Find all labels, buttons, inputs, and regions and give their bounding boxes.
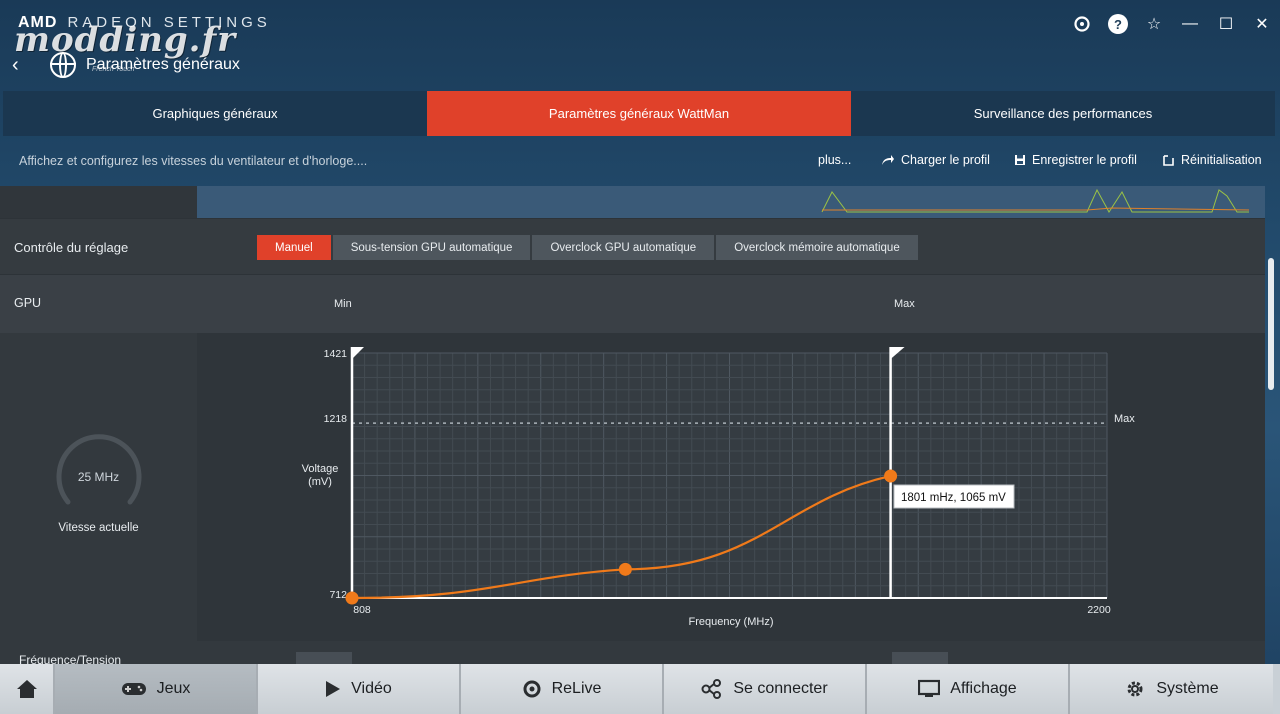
globe-icon (50, 52, 76, 78)
reset-button[interactable]: Réinitialisation (1162, 153, 1262, 167)
nav-display-label: Affichage (950, 680, 1017, 697)
content-panel: Contrôle du réglage Manuel Sous-tension … (0, 186, 1265, 664)
tooltip-text: 1801 mHz, 1065 mV (901, 492, 1006, 504)
y-axis-label-1: Voltage (302, 463, 339, 475)
freq-voltage-row: Fréquence/Tension (0, 641, 1265, 664)
more-link[interactable]: plus... (818, 153, 851, 167)
tab-bar: Graphiques généraux Paramètres généraux … (3, 91, 1275, 136)
y-tick-top: 1421 (324, 348, 348, 360)
maximize-button[interactable]: ☐ (1208, 12, 1244, 36)
page-description: Affichez et configurez les vitesses du v… (19, 154, 368, 168)
nav-connect[interactable]: Se connecter (664, 664, 867, 714)
nav-jeux-label: Jeux (156, 680, 191, 697)
y-tick-bottom: 712 (329, 589, 347, 601)
mode-manual-button[interactable]: Manuel (257, 235, 331, 260)
x-tick-min: 808 (353, 604, 371, 616)
tuning-control-row: Contrôle du réglage Manuel Sous-tension … (0, 219, 1265, 274)
gauge-value: 25 MHz (77, 470, 120, 484)
history-graph (197, 186, 1265, 218)
help-button[interactable]: ? (1100, 12, 1136, 36)
page-title: Paramètres généraux (86, 56, 240, 73)
left-strip (0, 186, 197, 218)
home-button[interactable] (0, 664, 55, 714)
save-profile-label: Enregistrer le profil (1032, 153, 1137, 167)
curve-point[interactable] (345, 591, 359, 605)
minimize-button[interactable]: — (1172, 12, 1208, 36)
nav-jeux[interactable]: Jeux (55, 664, 258, 714)
reset-label: Réinitialisation (1181, 153, 1262, 167)
refresh-icon[interactable] (1064, 12, 1100, 36)
mode-auto-gpu-oc-button[interactable]: Overclock GPU automatique (532, 235, 715, 260)
tab-surveillance[interactable]: Surveillance des performances (851, 91, 1275, 136)
bottom-nav: Jeux Vidéo ReLive Se connecter Affichage… (0, 664, 1280, 714)
gauge-label: Vitesse actuelle (58, 522, 139, 534)
save-profile-button[interactable]: Enregistrer le profil (1014, 153, 1137, 167)
nav-relive[interactable]: ReLive (461, 664, 664, 714)
tuning-mode-group: Manuel Sous-tension GPU automatique Over… (257, 235, 918, 260)
home-icon (16, 680, 37, 698)
favorite-icon[interactable]: ☆ (1136, 12, 1172, 36)
tab-graphiques-generaux[interactable]: Graphiques généraux (3, 91, 427, 136)
gpu-label: GPU (14, 296, 42, 310)
min-freq-input[interactable] (296, 652, 352, 664)
mode-auto-undervolt-button[interactable]: Sous-tension GPU automatique (332, 235, 531, 260)
scrollbar[interactable] (1268, 258, 1274, 390)
close-button[interactable]: ✕ (1244, 12, 1280, 36)
y-axis-label-2: (mV) (308, 476, 332, 488)
current-speed-panel: 25 MHz Vitesse actuelle (0, 333, 197, 641)
nav-video-label: Vidéo (351, 680, 392, 697)
curve-point[interactable] (618, 562, 632, 576)
play-icon (326, 681, 341, 697)
max-line-label: Max (1114, 413, 1135, 425)
gamepad-icon (121, 683, 146, 695)
monitor-icon (918, 679, 941, 697)
nav-relive-label: ReLive (551, 680, 602, 697)
load-profile-button[interactable]: Charger le profil (881, 153, 990, 167)
toolbar: Affichez et configurez les vitesses du v… (0, 136, 1280, 186)
nav-display[interactable]: Affichage (867, 664, 1070, 714)
x-axis-label: Frequency (MHz) (689, 616, 774, 628)
curve-point[interactable] (884, 469, 898, 483)
x-tick-max: 2200 (1087, 604, 1111, 616)
gpu-max-label: Max (894, 298, 915, 310)
title-bar: AMD RADEON SETTINGS modding.fr French Tou… (0, 0, 1280, 73)
save-icon (1015, 155, 1025, 165)
tuning-control-label: Contrôle du réglage (14, 240, 129, 255)
back-arrow-icon[interactable]: ‹ (12, 54, 19, 77)
nav-connect-label: Se connecter (733, 680, 828, 697)
reset-icon (1163, 154, 1174, 166)
tab-wattman[interactable]: Paramètres généraux WattMan (427, 91, 851, 136)
share-arrow-icon (882, 155, 894, 165)
nav-system-label: Système (1156, 680, 1219, 697)
max-freq-input[interactable] (892, 652, 948, 664)
gear-icon (1127, 681, 1143, 697)
relive-icon (523, 680, 541, 698)
help-icon: ? (1108, 14, 1128, 34)
gpu-row: GPU Min Max (0, 275, 1265, 333)
y-tick-max: 1218 (324, 413, 348, 425)
load-profile-label: Charger le profil (901, 153, 990, 167)
voltage-frequency-chart: 1421 1218 712 808 2200 Max Voltage (mV) … (197, 333, 1265, 641)
nav-system[interactable]: Système (1070, 664, 1273, 714)
connect-icon (701, 679, 722, 699)
freq-voltage-label: Fréquence/Tension (19, 653, 122, 664)
nav-video[interactable]: Vidéo (258, 664, 461, 714)
gpu-min-label: Min (334, 298, 352, 310)
window-controls: ? ☆ — ☐ ✕ (1064, 12, 1280, 36)
mode-auto-mem-oc-button[interactable]: Overclock mémoire automatique (716, 235, 918, 260)
page-header: ‹ Paramètres généraux (0, 50, 600, 84)
point-tooltip: 1801 mHz, 1065 mV (893, 484, 1015, 509)
